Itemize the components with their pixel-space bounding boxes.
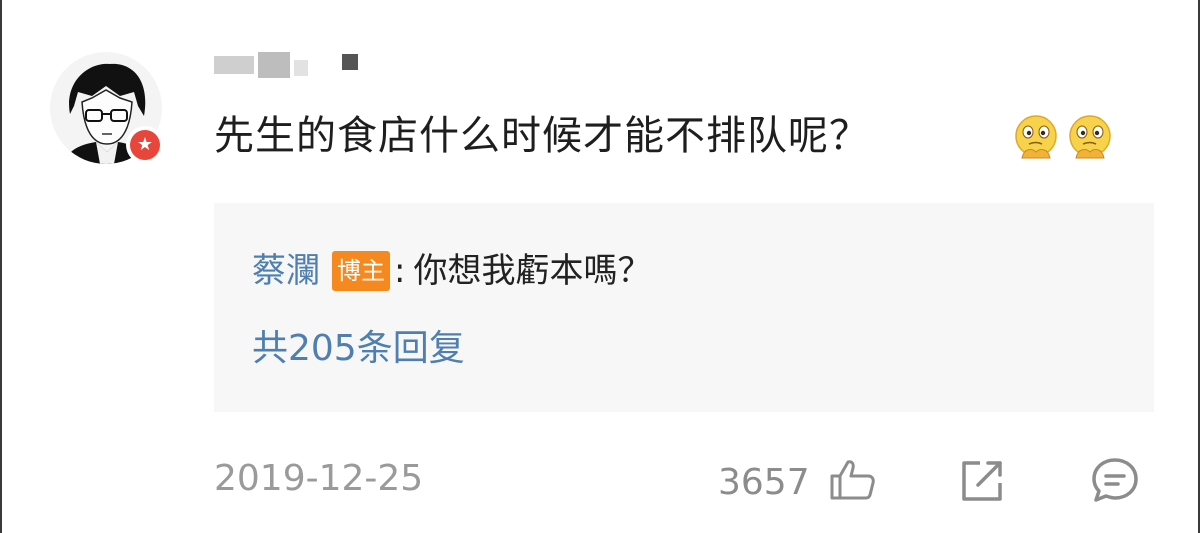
username-redacted[interactable] [214, 50, 364, 80]
comment-date: 2019-12-25 [214, 458, 424, 499]
redaction-block [214, 56, 254, 74]
redaction-block [342, 54, 358, 70]
more-replies-link[interactable]: 共205条回复 [252, 324, 465, 374]
vip-badge: ★ [126, 126, 164, 164]
thinking-emoji-icon [1069, 115, 1111, 159]
left-frame-edge [0, 0, 2, 533]
author-badge: 博主 [332, 251, 390, 291]
reply-content: 你想我虧本嗎？ [413, 251, 652, 291]
reply-author[interactable]: 蔡瀾 [252, 247, 320, 295]
thinking-emoji-icon [1015, 115, 1057, 159]
redaction-block [258, 52, 290, 78]
comment-icon[interactable] [1090, 456, 1140, 504]
thumbs-up-icon[interactable] [828, 458, 876, 502]
reply-box[interactable]: 蔡瀾 博主 : 你想我虧本嗎？ 共205条回复 [214, 203, 1154, 412]
like-count: 3657 [718, 462, 810, 503]
share-icon[interactable] [958, 457, 1006, 503]
reply-colon: : [394, 251, 406, 291]
redaction-block [294, 60, 308, 76]
vip-star-icon: ★ [130, 130, 160, 160]
comment-text: 先生的食店什么时候才能不排队呢？ [214, 113, 870, 159]
reply-line: 蔡瀾 博主 : 你想我虧本嗎？ [252, 247, 651, 295]
emoji-row [1012, 114, 1114, 162]
